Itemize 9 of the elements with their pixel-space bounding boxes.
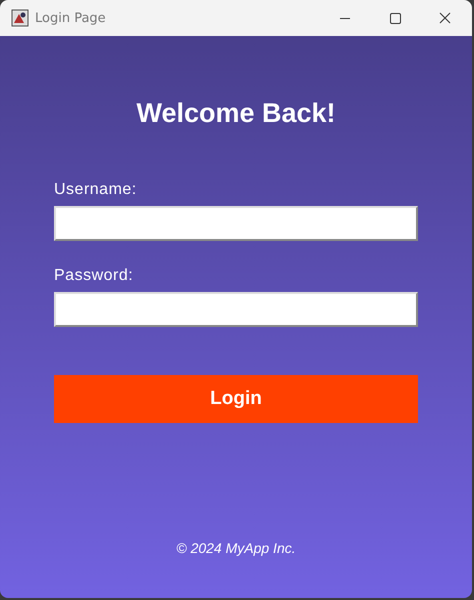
app-icon xyxy=(11,9,29,27)
copyright-text: © 2024 MyApp Inc. xyxy=(176,540,296,556)
field-label: Username: xyxy=(54,181,138,199)
input-field[interactable] xyxy=(54,206,418,241)
login-button[interactable]: Login xyxy=(54,375,418,423)
window-title: Login Page xyxy=(35,10,107,26)
field-label: Password: xyxy=(54,267,134,285)
welcome-heading: Welcome Back! xyxy=(136,98,336,129)
input-field[interactable] xyxy=(54,292,418,327)
